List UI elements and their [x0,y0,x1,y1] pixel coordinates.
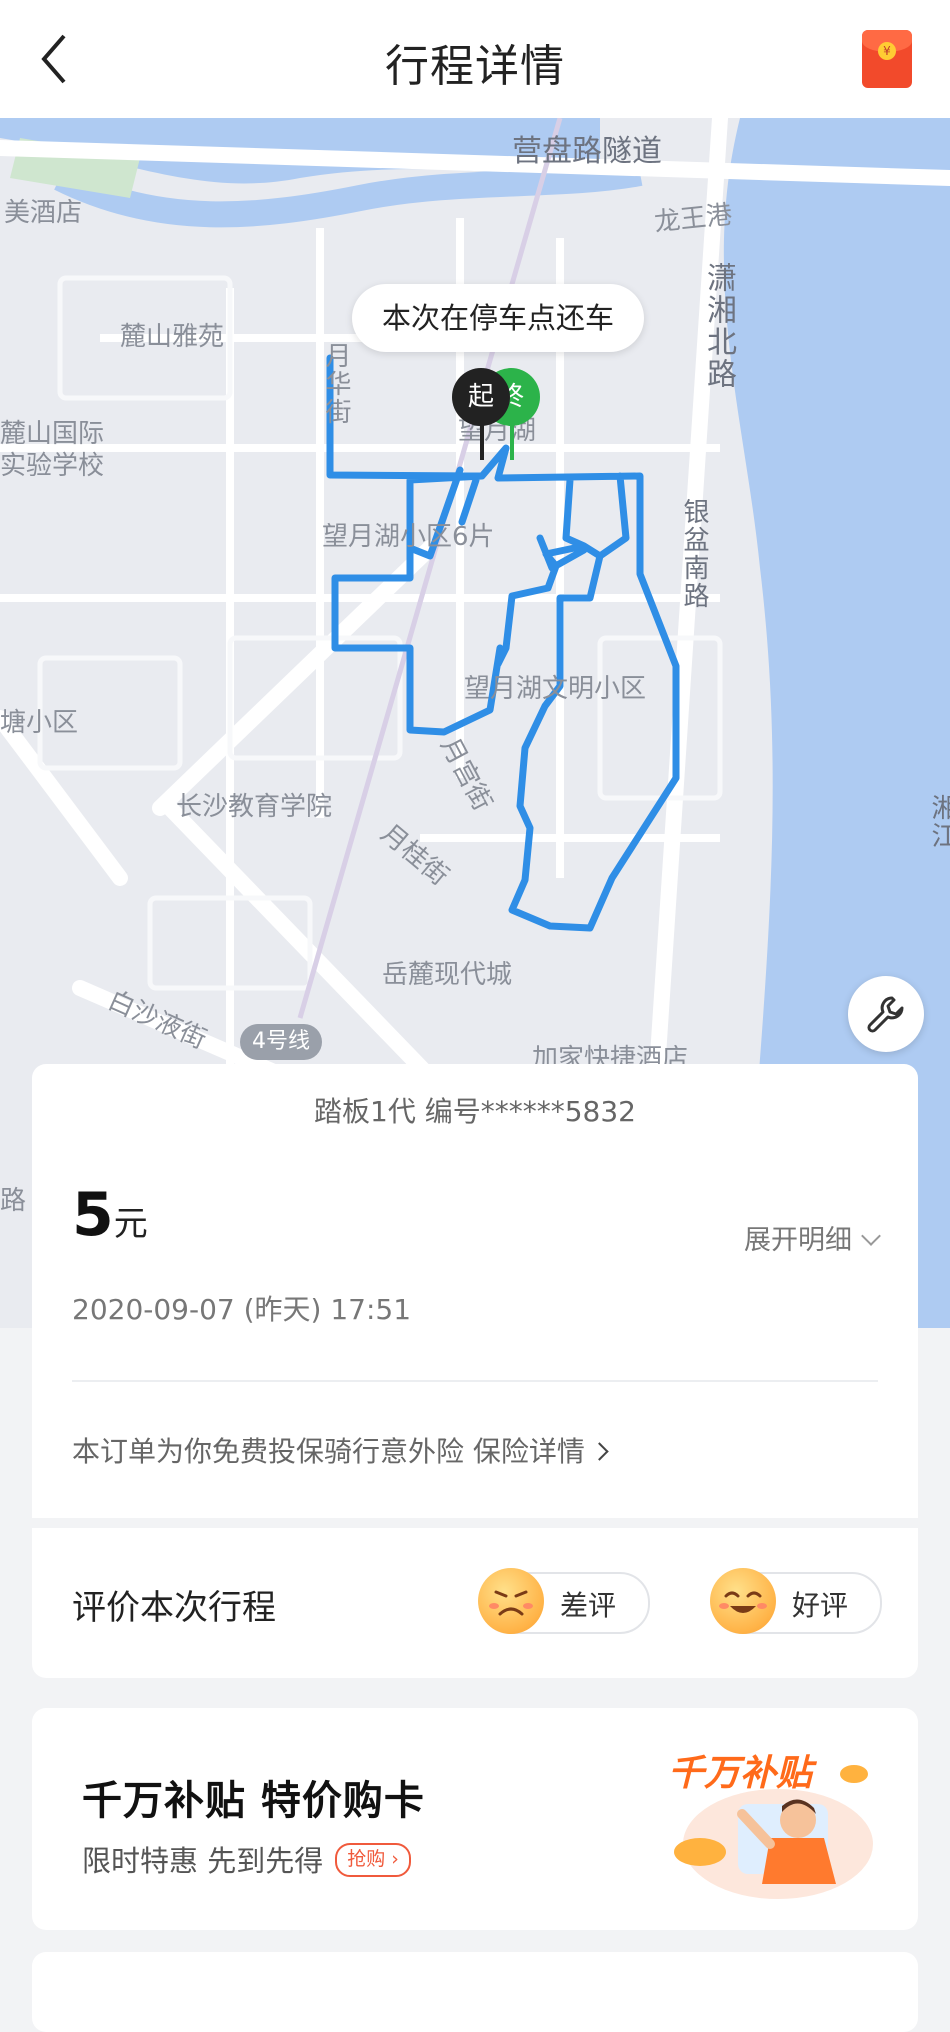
metro-line-badge: 4号线 [240,1024,322,1060]
promo-subtitle: 限时特惠 先到先得 抢购 › [82,1838,411,1880]
map-tool-button[interactable] [848,976,924,1052]
map-label-school: 麓山国际 实验学校 [0,419,105,481]
trip-time: 2020-09-07 (昨天) 17:51 [72,1293,412,1326]
map-label-hotel: 美酒店 [4,198,83,228]
map-label-yinpen-south: 银盆南路 [679,498,709,610]
start-pin-stem [480,424,484,460]
end-pin-stem [510,424,514,460]
chevron-down-icon [861,1226,881,1246]
promo-card[interactable]: 千万补贴 特价购卡 限时特惠 先到先得 抢购 › 千万补贴 [32,1708,918,1930]
good-review-button[interactable]: 好评 [710,1568,882,1634]
insurance-link[interactable]: 本订单为你免费投保骑行意外险 保险详情 [72,1430,609,1470]
red-packet-icon[interactable]: ¥ [862,30,912,88]
bad-review-button[interactable]: 差评 [478,1568,650,1634]
expand-details-label: 展开明细 [744,1225,852,1256]
map-label-wenming: 望月湖文明小区 [464,674,647,704]
promo-art-title: 千万补贴 [668,1753,813,1794]
map-label-road-left: 路 [0,1186,27,1216]
promo-buy-label: 抢购 [347,1848,386,1870]
good-review-label: 好评 [792,1589,849,1622]
map-label-xiang-river: 湘江 [927,794,950,850]
trip-detail-card: 踏板1代 编号******5832 5元 展开明细 2020-09-07 (昨天… [32,1064,918,1518]
happy-face-icon [710,1568,776,1634]
wrench-icon [867,996,904,1033]
next-card[interactable] [32,1952,918,2032]
start-pin: 起 [452,368,510,426]
page-title: 行程详情 [385,41,565,92]
map-label-xiaoxiang-north: 潇湘北路 [701,262,736,390]
coin-icon: ¥ [878,42,896,60]
rating-card: 评价本次行程 差评 好评 [32,1528,918,1678]
map-label-yuehua-street: 月华街 [321,342,351,426]
promo-title: 千万补贴 特价购卡 [82,1778,425,1824]
insurance-text: 本订单为你免费投保骑行意外险 保险详情 [72,1435,585,1468]
sad-face-icon [478,1568,544,1634]
bad-review-label: 差评 [560,1589,617,1622]
map-label-lushan-yayuan: 麓山雅苑 [120,322,225,352]
parking-tooltip: 本次在停车点还车 [352,284,645,352]
map-label-tunnel: 营盘路隧道 [512,134,662,169]
map-label-pond: 塘小区 [0,708,79,738]
vehicle-info: 踏板1代 编号******5832 [314,1095,636,1128]
promo-illustration: 千万补贴 [658,1734,878,1904]
map-label-block6: 望月湖小区6片 [322,522,495,552]
chevron-right-icon [590,1442,609,1461]
promo-subtitle-text: 限时特惠 先到先得 [82,1844,324,1878]
rating-label: 评价本次行程 [72,1588,276,1628]
trip-price: 5元 [72,1180,148,1250]
map-label-yuelu-city: 岳麓现代城 [382,960,513,990]
promo-buy-tag[interactable]: 抢购 › [335,1843,411,1877]
price-amount: 5 [72,1180,114,1250]
map-label-college: 长沙教育学院 [176,792,333,822]
top-bar: 行程详情 ¥ [0,0,950,118]
price-currency: 元 [113,1204,148,1244]
divider [72,1380,878,1382]
expand-details-button[interactable]: 展开明细 [744,1218,881,1257]
